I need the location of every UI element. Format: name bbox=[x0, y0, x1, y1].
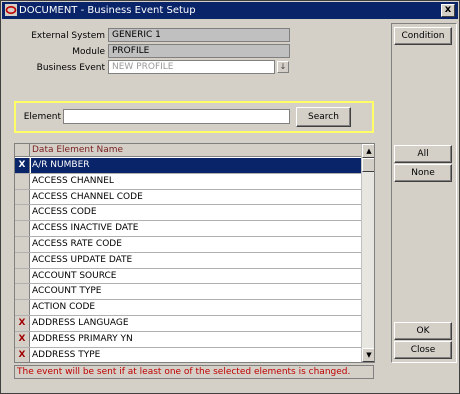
row-selected-mark[interactable] bbox=[15, 252, 30, 268]
data-element-grid: Data Element Name X A/R NUMBER ACCESS CHAN… bbox=[14, 143, 375, 363]
all-button-label: All bbox=[417, 149, 429, 159]
scroll-thumb[interactable] bbox=[362, 158, 374, 172]
table-row[interactable]: ACCOUNT SOURCE bbox=[15, 268, 361, 285]
row-element-name: ACCESS RATE CODE bbox=[32, 239, 122, 249]
grid-header: Data Element Name bbox=[15, 144, 361, 157]
row-element-name: ACCOUNT TYPE bbox=[32, 286, 102, 297]
table-row[interactable]: X A/R NUMBER bbox=[15, 158, 361, 174]
module-label: Module bbox=[72, 47, 105, 57]
none-button[interactable]: None bbox=[394, 164, 452, 182]
row-element-name: ACCESS CHANNEL CODE bbox=[32, 191, 143, 202]
external-system-field: GENERIC 1 bbox=[108, 28, 290, 42]
dropdown-arrow-icon[interactable]: ↓ bbox=[277, 61, 289, 73]
row-selected-mark[interactable] bbox=[15, 284, 30, 300]
ok-button-label: OK bbox=[416, 326, 430, 336]
business-event-field[interactable]: NEW PROFILE bbox=[108, 60, 275, 74]
row-element-name: ACCESS CHANNEL bbox=[32, 175, 114, 186]
grid-corner bbox=[15, 144, 30, 157]
row-selected-mark[interactable] bbox=[15, 300, 30, 315]
table-row[interactable]: ACCOUNT TYPE bbox=[15, 284, 361, 301]
table-row[interactable]: ACTION CODE bbox=[15, 300, 361, 316]
row-selected-mark[interactable] bbox=[15, 205, 30, 221]
element-label: Element bbox=[23, 112, 61, 122]
title-bar: DOCUMENT - Business Event Setup x bbox=[2, 2, 458, 19]
scroll-down-icon[interactable]: ▼ bbox=[362, 348, 374, 362]
element-search-input[interactable] bbox=[63, 109, 290, 124]
table-row[interactable]: X ADDRESS PRIMARY YN bbox=[15, 331, 361, 348]
table-row[interactable]: ACCESS UPDATE DATE bbox=[15, 252, 361, 269]
row-element-name: ADDRESS PRIMARY YN bbox=[32, 333, 133, 344]
all-button[interactable]: All bbox=[394, 145, 452, 163]
row-selected-mark[interactable]: X bbox=[15, 158, 30, 173]
table-row[interactable]: ACCESS CHANNEL CODE bbox=[15, 189, 361, 206]
condition-button-label: Condition bbox=[401, 31, 445, 41]
none-button-label: None bbox=[411, 168, 435, 178]
row-element-name: A/R NUMBER bbox=[31, 158, 361, 173]
side-button-panel bbox=[391, 23, 457, 363]
close-button[interactable]: Close bbox=[394, 341, 452, 359]
table-row[interactable]: ACCESS CHANNEL bbox=[15, 173, 361, 190]
row-element-name: ADDRESS LANGUAGE bbox=[32, 318, 129, 328]
status-message: The event will be sent if at least one o… bbox=[14, 365, 374, 379]
external-system-label: External System bbox=[31, 31, 105, 41]
search-button[interactable]: Search bbox=[296, 107, 351, 127]
window-title: DOCUMENT - Business Event Setup bbox=[19, 5, 196, 16]
table-row[interactable]: X ADDRESS TYPE bbox=[15, 347, 361, 362]
row-selected-mark[interactable]: X bbox=[15, 347, 30, 362]
condition-button[interactable]: Condition bbox=[394, 27, 452, 45]
table-row[interactable]: X ADDRESS LANGUAGE bbox=[15, 316, 361, 332]
row-selected-mark[interactable] bbox=[15, 268, 30, 284]
table-row[interactable]: ACCESS CODE bbox=[15, 205, 361, 222]
row-selected-mark[interactable] bbox=[15, 237, 30, 252]
ok-button[interactable]: OK bbox=[394, 322, 452, 340]
row-element-name: ACCESS CODE bbox=[32, 207, 97, 218]
row-selected-mark[interactable]: X bbox=[15, 331, 30, 347]
module-field: PROFILE bbox=[108, 44, 290, 58]
row-selected-mark[interactable] bbox=[15, 189, 30, 205]
row-element-name: ADDRESS TYPE bbox=[32, 349, 101, 360]
search-button-label: Search bbox=[308, 112, 339, 122]
scroll-up-icon[interactable]: ▲ bbox=[362, 144, 374, 158]
business-event-label: Business Event bbox=[36, 63, 105, 73]
row-element-name: ACCESS INACTIVE DATE bbox=[32, 223, 139, 234]
row-element-name: ACCOUNT SOURCE bbox=[32, 270, 117, 281]
row-selected-mark[interactable] bbox=[15, 173, 30, 189]
row-selected-mark[interactable] bbox=[15, 221, 30, 236]
close-icon[interactable]: x bbox=[441, 4, 455, 17]
row-element-name: ACCESS UPDATE DATE bbox=[32, 254, 133, 265]
close-button-label: Close bbox=[410, 345, 436, 355]
column-header-data-element-name[interactable]: Data Element Name bbox=[32, 144, 123, 157]
row-selected-mark[interactable]: X bbox=[15, 316, 30, 331]
oracle-app-icon bbox=[5, 4, 17, 16]
table-row[interactable]: ACCESS INACTIVE DATE bbox=[15, 221, 361, 237]
row-element-name: ACTION CODE bbox=[32, 302, 96, 313]
vertical-scrollbar[interactable]: ▲ ▼ bbox=[361, 144, 374, 362]
business-event-setup-window: DOCUMENT - Business Event Setup x Extern… bbox=[0, 0, 460, 394]
table-row[interactable]: ACCESS RATE CODE bbox=[15, 237, 361, 253]
